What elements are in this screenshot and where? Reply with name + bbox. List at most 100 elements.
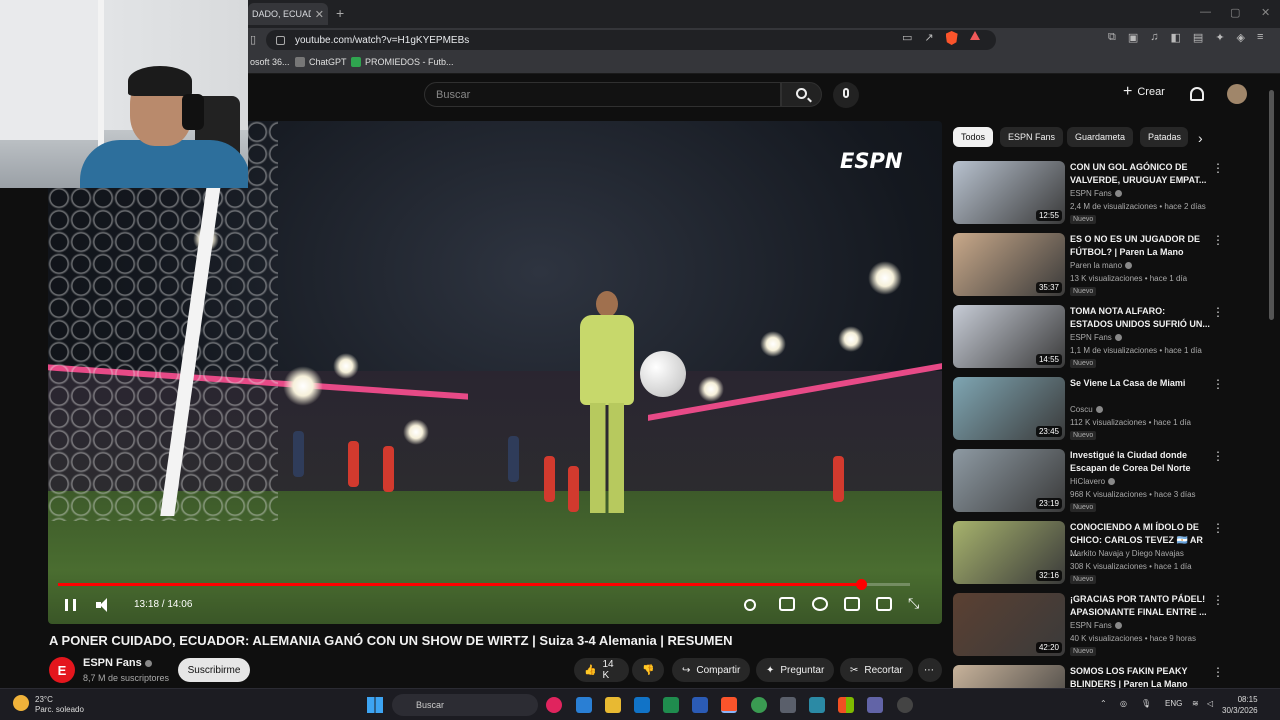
address-bar[interactable]: youtube.com/watch?v=H1gKYEPMEBs xyxy=(266,30,996,50)
autoplay-toggle[interactable] xyxy=(744,599,756,611)
avatar[interactable] xyxy=(1227,84,1247,104)
video-thumbnail[interactable]: 23:45 xyxy=(953,377,1065,440)
bookmark-page-icon[interactable]: ▯ xyxy=(250,33,256,46)
excel-icon[interactable] xyxy=(663,697,679,713)
app-icon[interactable] xyxy=(897,697,913,713)
new-tab-icon[interactable]: + xyxy=(336,5,344,21)
taskbar-search[interactable]: Buscar xyxy=(392,694,538,716)
scrollbar[interactable] xyxy=(1269,90,1274,320)
app-icon[interactable] xyxy=(809,697,825,713)
recommendation-channel[interactable]: ESPN Fans xyxy=(1070,333,1122,342)
windows-start-icon[interactable] xyxy=(367,697,383,713)
chevron-right-icon[interactable]: › xyxy=(1198,130,1203,146)
progress-bar[interactable] xyxy=(58,579,910,590)
recommendation-title[interactable]: CON UN GOL AGÓNICO DE VALVERDE, URUGUAY … xyxy=(1070,161,1210,187)
recommendation-channel[interactable]: Coscu xyxy=(1070,405,1103,414)
clock[interactable]: 08:15 30/3/2026 xyxy=(1222,694,1258,716)
dislike-button[interactable]: 👎 xyxy=(632,658,664,682)
share-button[interactable]: ↪ Compartir xyxy=(672,658,751,682)
recommendation-item[interactable]: 23:19 Investigué la Ciudad donde Escapan … xyxy=(953,449,1224,513)
recommendation-item[interactable]: 42:20 ¡GRACIAS POR TANTO PÁDEL! APASIONAN… xyxy=(953,593,1224,657)
weather-widget[interactable]: 23°C Parc. soleado xyxy=(13,695,84,715)
search-input[interactable]: Buscar xyxy=(424,82,781,107)
like-button[interactable]: 👍 14 K xyxy=(574,658,629,682)
ask-button[interactable]: ✦ Preguntar xyxy=(756,658,835,682)
music-icon[interactable]: ♫ xyxy=(1150,31,1158,44)
clip-button[interactable]: ✂ Recortar xyxy=(840,658,913,682)
recommendation-title[interactable]: ES O NO ES UN JUGADOR DE FÚTBOL? | Paren… xyxy=(1070,233,1210,259)
language-indicator[interactable]: ENG xyxy=(1165,699,1182,708)
more-options-icon[interactable]: ⋮ xyxy=(1212,378,1224,390)
file-explorer-icon[interactable] xyxy=(605,697,621,713)
channel-name[interactable]: ESPN Fans xyxy=(83,657,152,669)
more-options-icon[interactable]: ⋮ xyxy=(1212,306,1224,318)
chip-patadas[interactable]: Patadas xyxy=(1140,127,1188,147)
miniplayer-icon[interactable] xyxy=(844,597,860,611)
volume-icon[interactable] xyxy=(96,598,112,612)
notifications-bell-icon[interactable] xyxy=(1190,87,1204,101)
wifi-icon[interactable]: ≋ xyxy=(1192,699,1199,708)
fullscreen-icon[interactable]: ⤡ xyxy=(908,595,919,612)
video-player[interactable]: ESPN 13:18 / 14:06 ⤡ xyxy=(48,121,942,624)
video-thumbnail[interactable]: 32:16 xyxy=(953,521,1065,584)
recommendation-title[interactable]: Investigué la Ciudad donde Escapan de Co… xyxy=(1070,449,1210,475)
more-options-icon[interactable]: ⋮ xyxy=(1212,594,1224,606)
video-thumbnail[interactable]: 42:20 xyxy=(953,593,1065,656)
close-tab-icon[interactable]: ✕ xyxy=(315,8,324,21)
show-hidden-icons[interactable]: ⌃ xyxy=(1100,699,1107,708)
media-app-icon[interactable] xyxy=(546,697,562,713)
more-options-icon[interactable]: ⋮ xyxy=(1212,666,1224,678)
window-close-icon[interactable]: ✕ xyxy=(1261,6,1270,19)
bookmark-item[interactable]: PROMIEDOS - Futb... xyxy=(351,57,454,67)
vpn-icon[interactable]: ◈ xyxy=(1237,31,1245,44)
wallet-icon[interactable]: ▣ xyxy=(1128,31,1138,44)
extensions-icon[interactable]: ⧉ xyxy=(1108,31,1116,44)
more-options-icon[interactable]: ⋮ xyxy=(1212,522,1224,534)
microphone-tray-icon[interactable]: 🎙 xyxy=(1141,699,1151,708)
cast-icon[interactable]: ▭ xyxy=(902,31,912,45)
video-thumbnail[interactable]: 12:55 xyxy=(953,161,1065,224)
video-thumbnail[interactable]: 23:19 xyxy=(953,449,1065,512)
create-button[interactable]: + Crear xyxy=(1123,84,1165,100)
maximize-icon[interactable]: ▢ xyxy=(1230,6,1240,19)
app-icon[interactable] xyxy=(780,697,796,713)
brave-rewards-icon[interactable] xyxy=(969,31,980,40)
leo-ai-icon[interactable]: ✦ xyxy=(1215,31,1224,44)
chip-espn-fans[interactable]: ESPN Fans xyxy=(1000,127,1064,147)
chip-guardameta[interactable]: Guardameta xyxy=(1067,127,1134,147)
channel-avatar[interactable]: E xyxy=(49,657,75,683)
volume-tray-icon[interactable]: ◁ xyxy=(1207,699,1213,708)
recommendation-title[interactable]: Se Viene La Casa de Miami xyxy=(1070,377,1210,390)
recommendation-item[interactable]: 32:16 CONOCIENDO A MI ÍDOLO DE CHICO: CAR… xyxy=(953,521,1224,585)
chrome-icon[interactable] xyxy=(751,697,767,713)
minimize-icon[interactable]: — xyxy=(1200,6,1211,18)
cast-icon[interactable] xyxy=(876,597,892,611)
recommendation-item[interactable]: 35:37 ES O NO ES UN JUGADOR DE FÚTBOL? | … xyxy=(953,233,1224,297)
tab-manager-icon[interactable]: ▤ xyxy=(1193,31,1203,44)
recommendation-channel[interactable]: Markito Navaja y Diego Navajas xyxy=(1070,549,1184,558)
recommendation-item[interactable]: 12:55 CON UN GOL AGÓNICO DE VALVERDE, URU… xyxy=(953,161,1224,225)
share-page-icon[interactable]: ↗ xyxy=(924,31,933,45)
recommendation-item[interactable]: 14:55 TOMA NOTA ALFARO: ESTADOS UNIDOS SU… xyxy=(953,305,1224,369)
browser-tab[interactable]: DADO, ECUADO ✕ xyxy=(248,3,328,25)
more-actions-button[interactable]: ⋯ xyxy=(918,658,942,682)
bookmark-item[interactable]: ChatGPT xyxy=(295,57,347,67)
menu-icon[interactable]: ≡ xyxy=(1257,31,1263,44)
subtitles-icon[interactable] xyxy=(779,597,795,611)
site-info-icon[interactable] xyxy=(276,35,285,45)
vscode-icon[interactable] xyxy=(576,697,592,713)
store-icon[interactable] xyxy=(838,697,854,713)
video-thumbnail[interactable]: 35:37 xyxy=(953,233,1065,296)
settings-gear-icon[interactable] xyxy=(812,597,828,611)
word-icon[interactable] xyxy=(692,697,708,713)
recommendation-channel[interactable]: Paren la mano xyxy=(1070,261,1133,270)
recommendation-item[interactable]: 23:45 Se Viene La Casa de Miami Coscu 112 K… xyxy=(953,377,1224,441)
more-options-icon[interactable]: ⋮ xyxy=(1212,162,1224,174)
brave-icon[interactable] xyxy=(721,697,737,713)
tray-icon[interactable]: ◎ xyxy=(1120,699,1127,708)
pause-button[interactable] xyxy=(65,599,76,611)
brave-shields-icon[interactable] xyxy=(945,31,958,45)
search-button[interactable] xyxy=(781,82,822,107)
subscribe-button[interactable]: Suscribirme xyxy=(178,658,250,682)
recommendation-channel[interactable]: ESPN Fans xyxy=(1070,189,1122,198)
